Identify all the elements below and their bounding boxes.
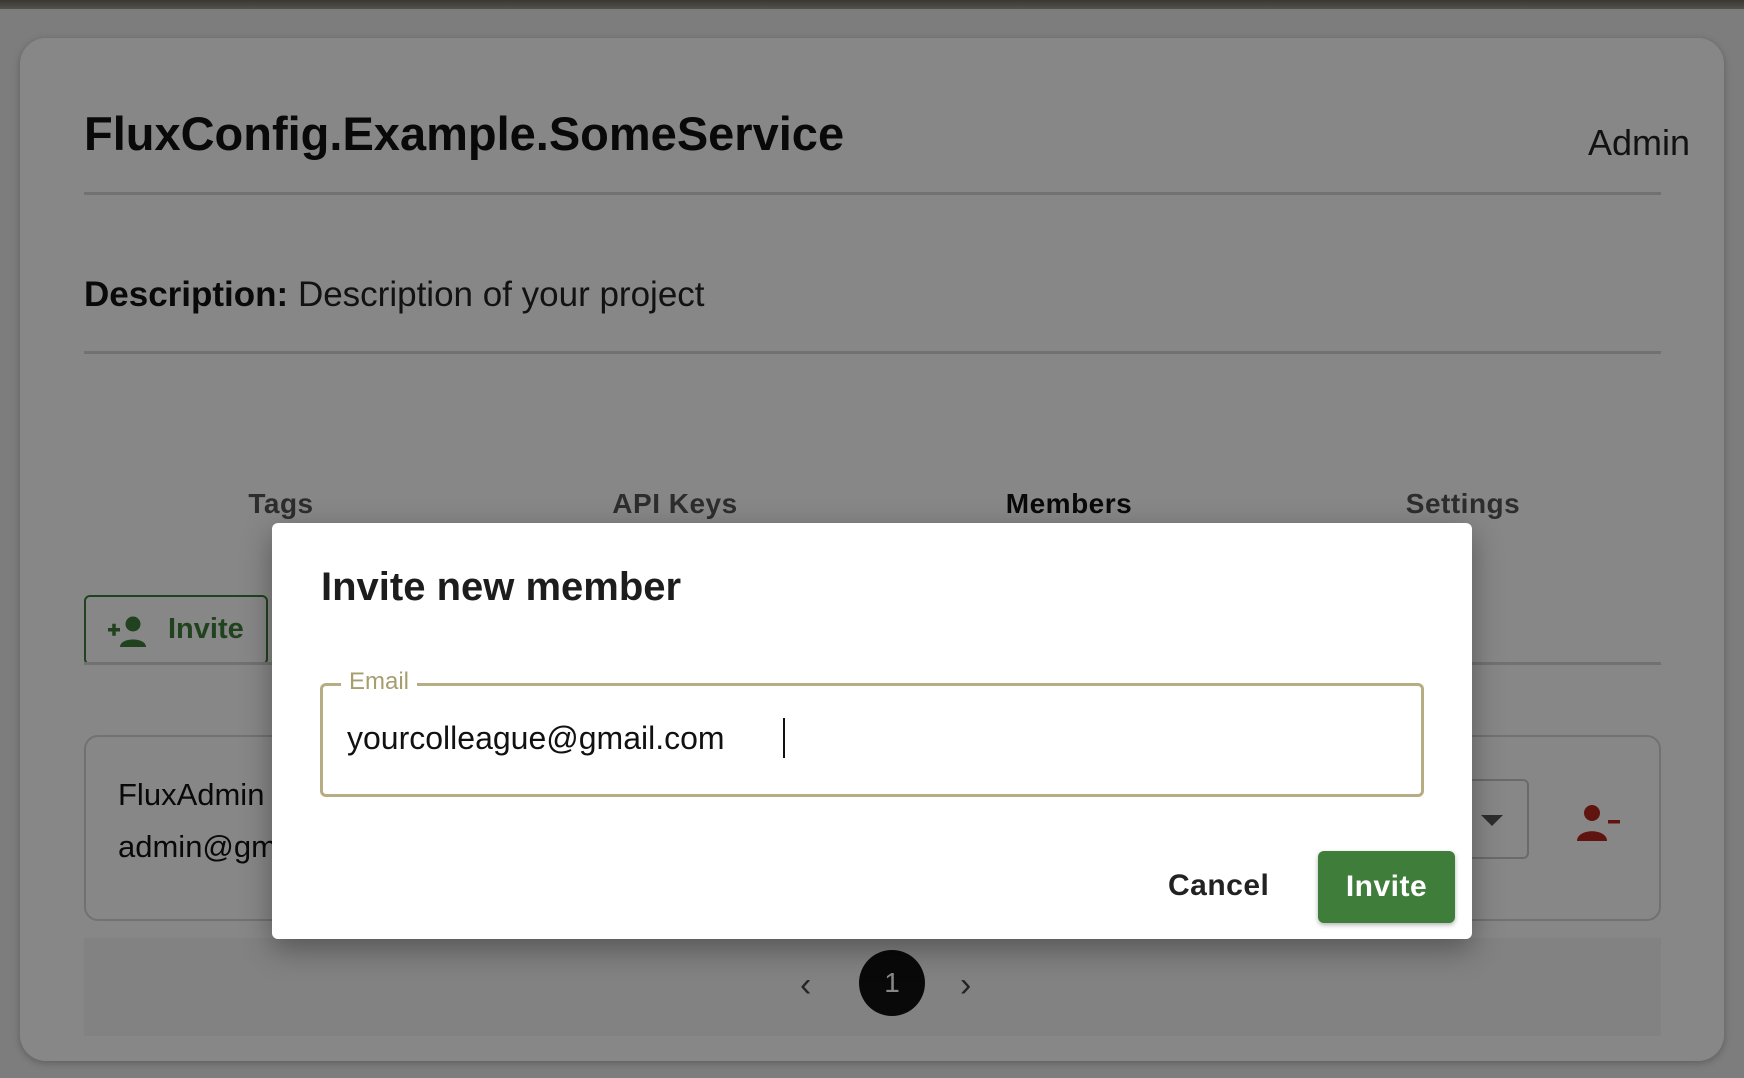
dialog-title: Invite new member bbox=[321, 565, 682, 609]
invite-member-dialog: Invite new member Email Cancel Invite bbox=[272, 523, 1472, 939]
cancel-button[interactable]: Cancel bbox=[1168, 869, 1269, 903]
email-label: Email bbox=[341, 668, 418, 696]
email-input[interactable] bbox=[347, 714, 1387, 762]
email-field: Email bbox=[320, 668, 1424, 797]
invite-button[interactable]: Invite bbox=[1318, 851, 1455, 923]
text-cursor bbox=[783, 718, 785, 758]
